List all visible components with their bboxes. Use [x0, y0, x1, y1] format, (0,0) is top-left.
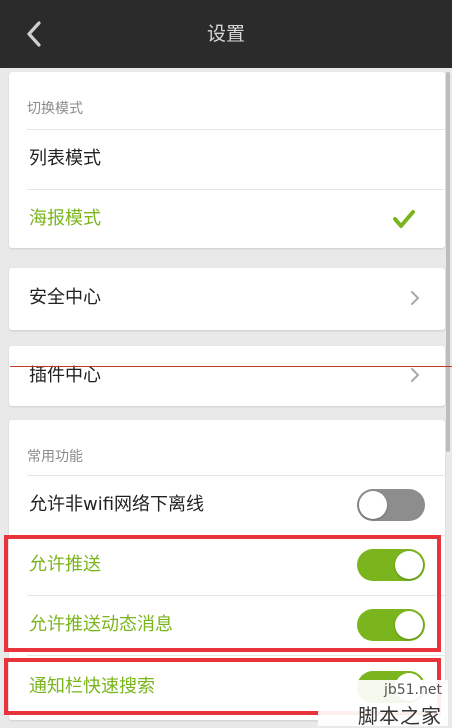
- toggle-knob: [359, 491, 387, 519]
- annotation-line: [10, 366, 452, 367]
- mode-section-label: 切换模式: [27, 101, 83, 117]
- watermark-url: jb51.net: [383, 682, 442, 698]
- mode-card: 切换模式 列表模式 海报模式: [9, 72, 445, 248]
- push-toggle[interactable]: [357, 549, 425, 581]
- toggle-row-push[interactable]: 允许推送: [9, 535, 445, 595]
- security-center-card[interactable]: 安全中心: [9, 268, 445, 330]
- toggle-label: 允许推送: [29, 554, 101, 575]
- divider: [27, 655, 445, 656]
- offline-non-wifi-toggle[interactable]: [357, 489, 425, 521]
- toggle-row-push-dynamic[interactable]: 允许推送动态消息: [9, 595, 445, 655]
- security-center-row[interactable]: 安全中心: [9, 268, 445, 328]
- push-dynamic-toggle[interactable]: [357, 609, 425, 641]
- common-functions-card: 常用功能 允许非wifi网络下离线 允许推送 允许推送动态消息 通知栏快速搜索: [9, 420, 445, 720]
- toggle-label: 通知栏快速搜索: [29, 676, 155, 697]
- toggle-label: 允许非wifi网络下离线: [29, 494, 205, 515]
- plugin-center-row[interactable]: 插件中心: [9, 346, 445, 406]
- checkmark-icon: [393, 210, 415, 228]
- toggle-row-offline-non-wifi[interactable]: 允许非wifi网络下离线: [9, 475, 445, 535]
- scrollbar[interactable]: [446, 72, 450, 452]
- mode-option-poster[interactable]: 海报模式: [9, 189, 445, 249]
- watermark-name: 脚本之家: [358, 704, 442, 728]
- plugin-center-label: 插件中心: [29, 365, 101, 386]
- chevron-right-icon: [411, 368, 419, 382]
- mode-option-list[interactable]: 列表模式: [9, 129, 445, 189]
- mode-option-poster-label: 海报模式: [29, 208, 101, 229]
- mode-option-list-label: 列表模式: [29, 148, 101, 169]
- security-center-label: 安全中心: [29, 287, 101, 308]
- plugin-center-card[interactable]: 插件中心: [9, 346, 445, 406]
- chevron-right-icon: [411, 291, 419, 305]
- common-section-label: 常用功能: [27, 449, 83, 465]
- watermark: jb51.net 脚本之家: [318, 680, 448, 728]
- page-title: 设置: [206, 23, 245, 45]
- toggle-knob: [395, 611, 423, 639]
- top-bar: 设置: [0, 0, 452, 68]
- toggle-label: 允许推送动态消息: [29, 614, 173, 635]
- toggle-knob: [395, 551, 423, 579]
